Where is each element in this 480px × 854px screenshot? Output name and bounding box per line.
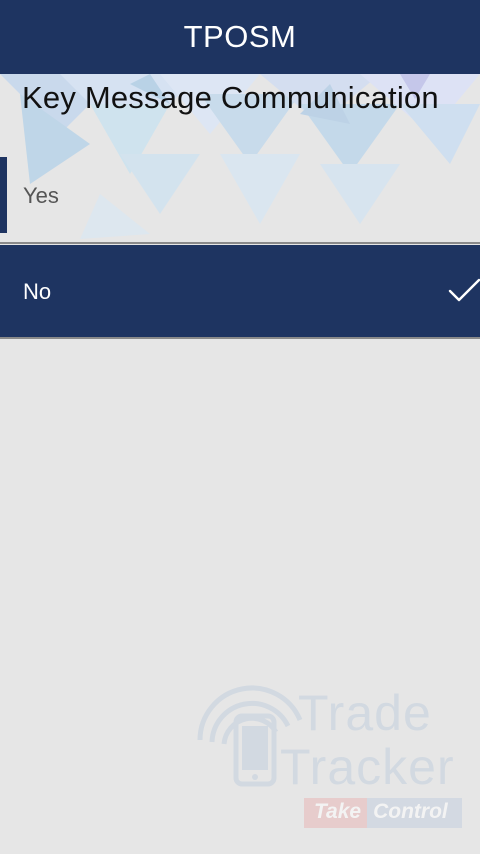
option-yes-label: Yes [23, 183, 59, 208]
option-no-label: No [23, 279, 52, 304]
watermark-tagline: Take Control [304, 798, 462, 828]
trade-tracker-watermark-logo: Trade Tracker Take Control [190, 660, 470, 830]
divider [0, 337, 480, 339]
option-no[interactable]: No [0, 245, 480, 337]
watermark-tagline-control: Control [367, 798, 462, 828]
option-yes[interactable]: Yes [0, 157, 480, 233]
watermark-line2: Tracker [280, 739, 455, 795]
question-title: Key Message Communication [22, 80, 439, 115]
watermark-tagline-take: Take [304, 798, 368, 828]
divider [0, 242, 480, 244]
app-header: TPOSM [0, 0, 480, 74]
watermark-line1: Trade [298, 685, 432, 741]
checkmark-icon [448, 278, 480, 302]
header-title: TPOSM [183, 19, 297, 54]
option-marker [0, 157, 7, 233]
